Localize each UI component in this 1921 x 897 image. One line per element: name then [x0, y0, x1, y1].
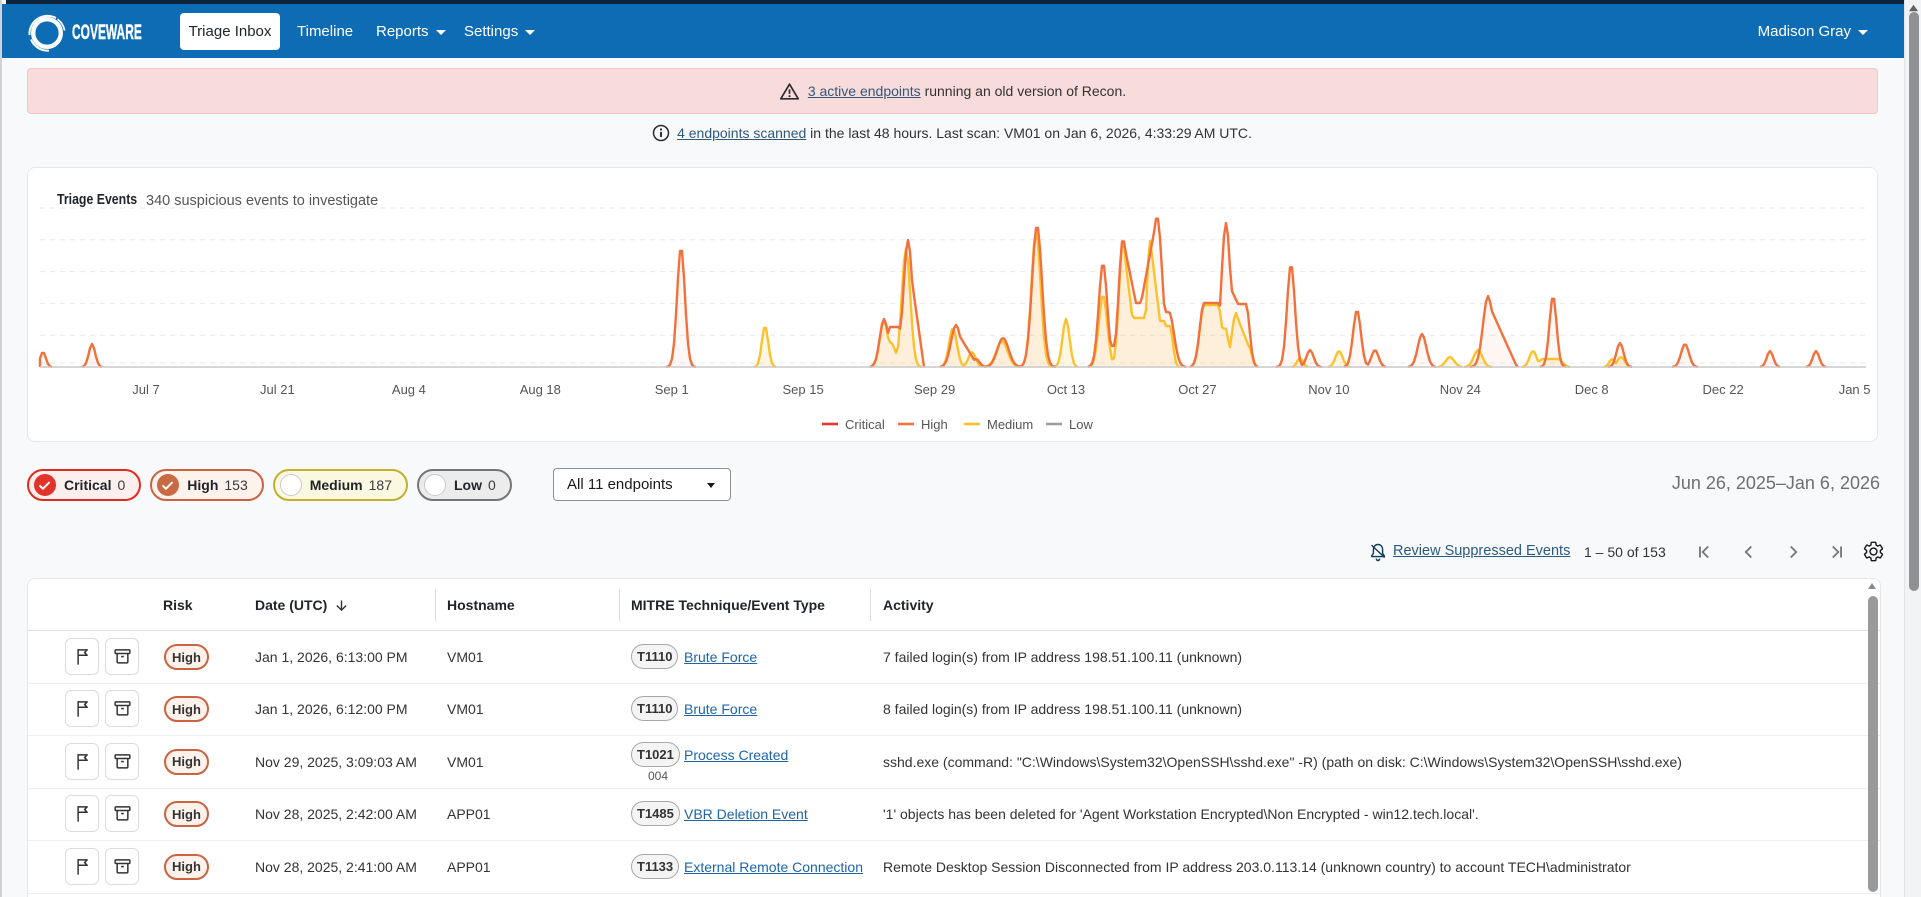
svg-text:Jan 5: Jan 5: [1839, 382, 1871, 397]
svg-text:Jul 21: Jul 21: [260, 382, 295, 397]
svg-text:Jul 7: Jul 7: [132, 382, 159, 397]
svg-text:Dec 22: Dec 22: [1702, 382, 1743, 397]
svg-text:Oct 13: Oct 13: [1047, 382, 1085, 397]
svg-text:Sep 1: Sep 1: [655, 382, 689, 397]
svg-text:Sep 29: Sep 29: [914, 382, 955, 397]
svg-text:Aug 4: Aug 4: [392, 382, 426, 397]
svg-text:Oct 27: Oct 27: [1178, 382, 1216, 397]
svg-text:Dec 8: Dec 8: [1575, 382, 1609, 397]
svg-text:Aug 18: Aug 18: [520, 382, 561, 397]
svg-text:High: High: [921, 417, 948, 432]
svg-text:Low: Low: [1069, 417, 1093, 432]
svg-text:Nov 24: Nov 24: [1440, 382, 1481, 397]
svg-text:Medium: Medium: [987, 417, 1033, 432]
svg-text:Critical: Critical: [845, 417, 885, 432]
svg-text:Sep 15: Sep 15: [782, 382, 823, 397]
svg-text:Nov 10: Nov 10: [1308, 382, 1349, 397]
